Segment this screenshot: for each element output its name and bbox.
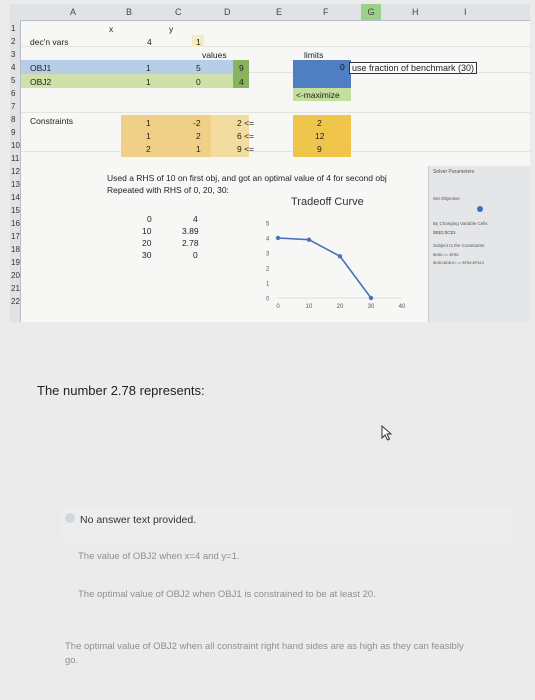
answer-option-2[interactable]: The optimal value of OBJ2 when OBJ1 is c… bbox=[78, 589, 376, 600]
answer-status-box: No answer text provided. bbox=[62, 508, 512, 542]
x-tick-label: 30 bbox=[368, 304, 375, 310]
spreadsheet-screenshot: A B C D E F G H I 1 2 3 4 5 6 7 8 9 10 1… bbox=[10, 4, 530, 322]
series-line bbox=[277, 237, 372, 299]
changing-cells-field[interactable]: $B$3:$C$3 bbox=[433, 230, 456, 235]
max-radio-icon[interactable] bbox=[477, 206, 483, 212]
y-tick-label: 5 bbox=[266, 222, 270, 228]
solver-constraint-1[interactable]: $D$5 >= $F$5 bbox=[433, 252, 459, 257]
y-tick-label: 1 bbox=[266, 282, 270, 288]
data-point bbox=[275, 235, 281, 241]
y-tick-label: 0 bbox=[266, 297, 270, 303]
subject-to-label: Subject to the Constraints bbox=[433, 243, 485, 248]
question-prompt: The number 2.78 represents: bbox=[37, 383, 205, 398]
solver-constraint-2[interactable]: $D$9:$D$10 <= $F$9:$F$10 bbox=[433, 260, 484, 265]
answer-status-text: No answer text provided. bbox=[80, 514, 197, 526]
data-point bbox=[306, 237, 312, 242]
answer-indicator-icon bbox=[65, 513, 75, 523]
data-point bbox=[337, 254, 343, 259]
x-tick-label: 40 bbox=[399, 304, 406, 310]
y-tick-label: 2 bbox=[266, 267, 270, 273]
data-point bbox=[368, 295, 374, 301]
x-tick-label: 20 bbox=[337, 304, 344, 310]
solver-panel-title: Solver Parameters bbox=[433, 169, 475, 175]
answer-option-1[interactable]: The value of OBJ2 when x=4 and y=1. bbox=[78, 551, 240, 562]
by-changing-label: By Changing Variable Cells bbox=[433, 221, 488, 226]
y-tick-label: 3 bbox=[266, 252, 270, 258]
y-tick-label: 4 bbox=[266, 237, 270, 243]
x-tick-label: 0 bbox=[276, 304, 280, 310]
answer-option-3[interactable]: The optimal value of OBJ2 when all const… bbox=[65, 640, 465, 668]
mouse-cursor-icon bbox=[381, 425, 393, 441]
x-tick-label: 10 bbox=[306, 304, 313, 310]
solver-parameters-panel: Solver Parameters Set Objective By Chang… bbox=[428, 166, 530, 322]
set-objective-label: Set Objective bbox=[433, 196, 460, 201]
